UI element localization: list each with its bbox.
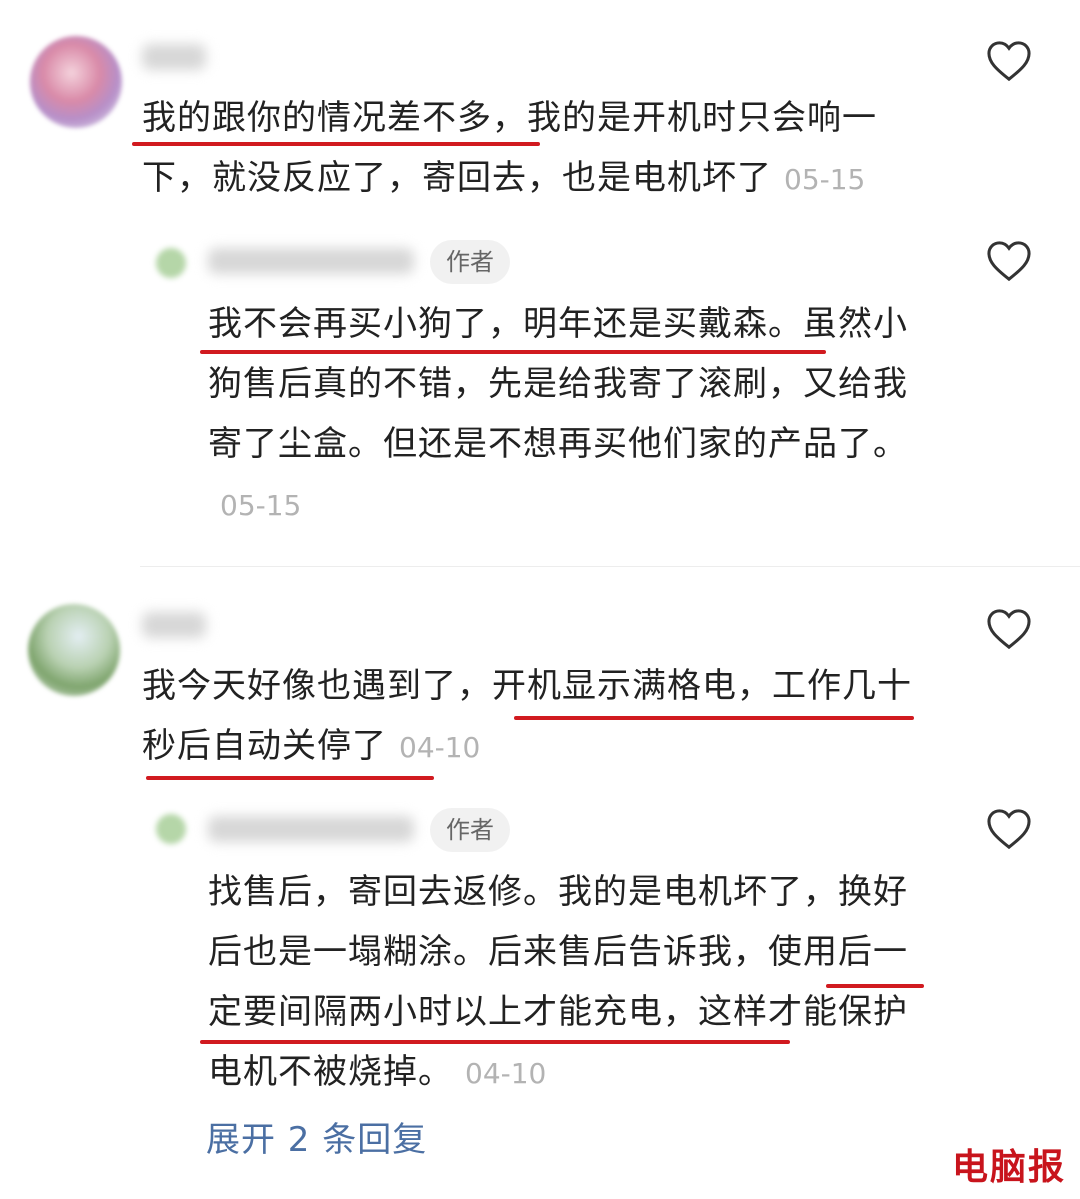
reply-avatar[interactable]: [156, 248, 186, 278]
reply-date: 05-15: [220, 489, 302, 522]
reply-text: 找售后，寄回去返修。我的是电机坏了，换好后也是一塌糊涂。后来售后告诉我，使用后一…: [208, 872, 908, 1092]
highlight-underline: [200, 1040, 790, 1044]
comment-date: 04-10: [399, 731, 481, 764]
reply-username-blurred[interactable]: [208, 248, 414, 274]
watermark-logo: 电脑报: [951, 1146, 1066, 1188]
username-blurred[interactable]: [142, 44, 206, 70]
reply-text: 我不会再买小狗了，明年还是买戴森。虽然小狗售后真的不错，先是给我寄了滚刷，又给我…: [208, 304, 908, 522]
like-heart-icon[interactable]: [986, 240, 1032, 282]
reply-date: 04-10: [465, 1057, 547, 1090]
highlight-underline: [200, 350, 826, 354]
reply-username-blurred[interactable]: [208, 816, 414, 842]
like-heart-icon[interactable]: [986, 40, 1032, 82]
comment-text: 我的跟你的情况差不多，我的是开机时只会响一下，就没反应了，寄回去，也是电机坏了 0…: [142, 98, 877, 198]
comment-date: 05-15: [784, 163, 866, 196]
highlight-underline: [826, 984, 924, 988]
highlight-underline: [132, 142, 540, 146]
like-heart-icon[interactable]: [986, 608, 1032, 650]
username-blurred[interactable]: [142, 612, 206, 638]
expand-replies-link[interactable]: 展开 2 条回复: [206, 1112, 427, 1161]
avatar[interactable]: [30, 36, 122, 128]
comment-divider: [140, 566, 1080, 567]
highlight-underline: [146, 776, 434, 780]
author-badge: 作者: [430, 240, 510, 284]
reply-avatar[interactable]: [156, 814, 186, 844]
like-heart-icon[interactable]: [986, 808, 1032, 850]
highlight-underline: [514, 716, 914, 720]
avatar[interactable]: [28, 604, 120, 696]
author-badge: 作者: [430, 808, 510, 852]
